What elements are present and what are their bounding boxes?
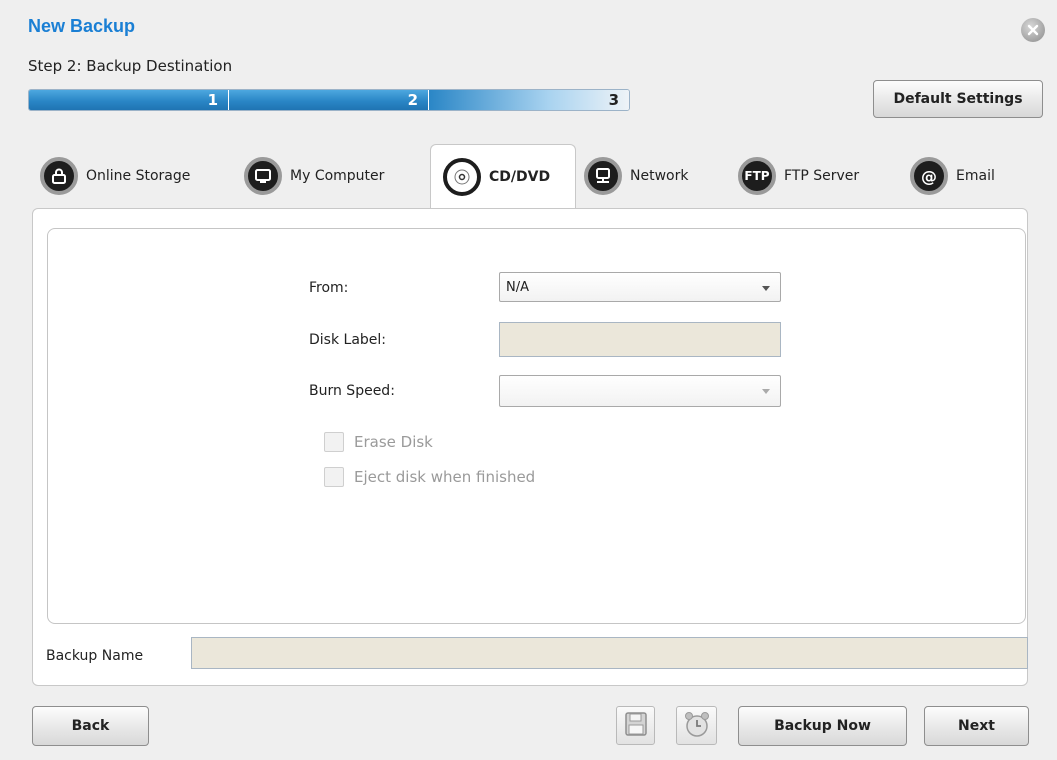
disc-icon: [443, 158, 481, 196]
window-title: New Backup: [28, 16, 136, 36]
burn-speed-select[interactable]: [499, 375, 781, 407]
progress-step-3: 3: [608, 91, 619, 109]
erase-disk-label: Erase Disk: [354, 433, 433, 451]
tab-cd-dvd[interactable]: CD/DVD: [430, 144, 576, 209]
ftp-icon: FTP: [738, 157, 776, 195]
default-settings-button[interactable]: Default Settings: [873, 80, 1043, 118]
close-button[interactable]: [1021, 18, 1045, 42]
tab-label: CD/DVD: [489, 169, 551, 185]
disk-label-label: Disk Label:: [309, 332, 387, 348]
backup-name-label: Backup Name: [46, 648, 144, 664]
step-progress-bar: 1 2 3: [28, 89, 630, 111]
backup-now-button[interactable]: Backup Now: [738, 706, 907, 746]
backup-name-input[interactable]: [191, 637, 1028, 669]
monitor-icon: [244, 157, 282, 195]
disk-label-input[interactable]: [499, 322, 781, 357]
tab-label: Network: [630, 168, 689, 184]
tab-label: Email: [956, 168, 995, 184]
tab-my-computer[interactable]: My Computer: [244, 144, 384, 208]
floppy-disk-icon: [624, 711, 648, 741]
eject-disk-checkbox[interactable]: [324, 467, 344, 487]
network-computer-icon: [584, 157, 622, 195]
destination-tabs: Online Storage My Computer CD/DVD Networ…: [32, 144, 1028, 209]
lock-icon: [40, 157, 78, 195]
alarm-clock-icon: [682, 709, 712, 743]
chevron-down-icon: [762, 286, 770, 291]
burn-speed-label: Burn Speed:: [309, 383, 395, 399]
progress-step-2: 2: [229, 90, 429, 110]
next-button[interactable]: Next: [924, 706, 1029, 746]
tab-online-storage[interactable]: Online Storage: [40, 144, 190, 208]
step-label: Step 2: Backup Destination: [28, 57, 233, 75]
progress-step-1: 1: [29, 90, 229, 110]
tab-network[interactable]: Network: [584, 144, 688, 208]
schedule-button[interactable]: [676, 706, 717, 745]
save-settings-button[interactable]: [616, 706, 655, 745]
eject-disk-label: Eject disk when finished: [354, 468, 536, 486]
tab-label: FTP Server: [784, 168, 860, 184]
at-sign-icon: @: [910, 157, 948, 195]
from-select[interactable]: N/A: [499, 272, 781, 302]
chevron-down-icon: [762, 389, 770, 394]
tab-ftp-server[interactable]: FTP FTP Server: [738, 144, 859, 208]
from-select-value: N/A: [506, 279, 529, 295]
tab-label: Online Storage: [86, 168, 191, 184]
erase-disk-checkbox[interactable]: [324, 432, 344, 452]
from-label: From:: [309, 280, 349, 296]
tab-label: My Computer: [290, 168, 385, 184]
tab-email[interactable]: @ Email: [910, 144, 995, 208]
back-button[interactable]: Back: [32, 706, 149, 746]
close-icon: [1027, 24, 1039, 36]
